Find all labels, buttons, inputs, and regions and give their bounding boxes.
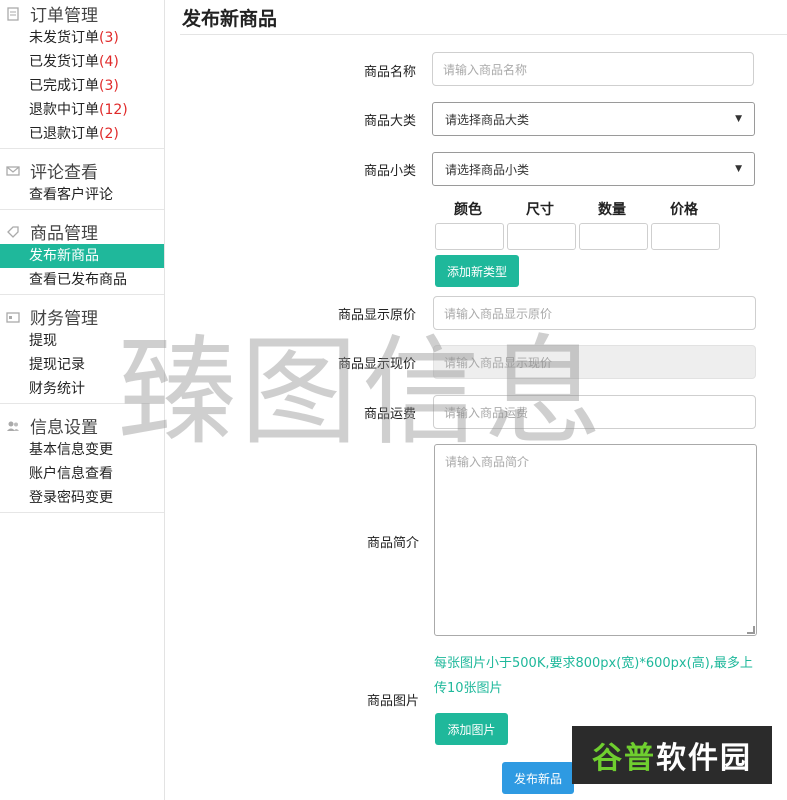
add-type-button[interactable]: 添加新类型 <box>435 255 519 287</box>
sidebar-item-label: 提现 <box>29 333 57 349</box>
sidebar-item-account-info[interactable]: 账户信息查看 <box>0 462 164 486</box>
subcategory-select[interactable]: 请选择商品小类 ▼ <box>432 152 755 186</box>
spec-header-price: 价格 <box>670 202 698 218</box>
spec-header-color: 颜色 <box>454 202 482 218</box>
shipping-input[interactable]: 请输入商品运费 <box>433 395 756 429</box>
sidebar: 订单管理 未发货订单(3) 已发货订单(4) 已完成订单(3) 退款中订单(12… <box>0 0 165 800</box>
sidebar-group-orders: 订单管理 未发货订单(3) 已发货订单(4) 已完成订单(3) 退款中订单(12… <box>0 0 164 149</box>
add-image-button[interactable]: 添加图片 <box>435 713 508 745</box>
sidebar-item-label: 未发货订单 <box>29 30 99 46</box>
app-page: 订单管理 未发货订单(3) 已发货订单(4) 已完成订单(3) 退款中订单(12… <box>0 0 787 800</box>
original-price-input[interactable]: 请输入商品显示原价 <box>433 296 756 330</box>
selected-value: 请选择商品小类 <box>445 162 530 177</box>
placeholder-text: 请输入商品显示现价 <box>444 355 553 370</box>
sidebar-item-completed[interactable]: 已完成订单(3) <box>0 74 164 98</box>
shipping-label: 商品运费 <box>363 407 416 422</box>
product-name-label: 商品名称 <box>363 65 416 80</box>
spec-quantity-input[interactable] <box>579 223 648 250</box>
sidebar-item-label: 查看客户评论 <box>29 187 113 203</box>
sidebar-item-refunded[interactable]: 已退款订单(2) <box>0 122 164 146</box>
placeholder-text: 请输入商品简介 <box>445 455 530 469</box>
sidebar-item-label: 基本信息变更 <box>29 442 113 458</box>
current-price-label: 商品显示现价 <box>337 357 416 372</box>
sidebar-item-label: 查看已发布商品 <box>29 272 127 288</box>
count-badge: (12) <box>99 102 128 118</box>
card-icon <box>6 309 20 323</box>
mail-icon <box>6 163 20 177</box>
sidebar-item-label: 登录密码变更 <box>29 490 113 506</box>
caret-down-icon: ▼ <box>735 164 742 174</box>
sidebar-item-view-reviews[interactable]: 查看客户评论 <box>0 183 164 207</box>
sidebar-item-label: 已完成订单 <box>29 78 99 94</box>
sidebar-group-finance: 财务管理 提现 提现记录 财务统计 <box>0 295 164 404</box>
count-badge: (3) <box>99 30 119 46</box>
intro-label: 商品简介 <box>366 536 419 551</box>
sidebar-group-title: 财务管理 <box>30 308 98 329</box>
sidebar-item-view-products[interactable]: 查看已发布商品 <box>0 268 164 292</box>
divider <box>180 34 787 35</box>
sidebar-item-label: 账户信息查看 <box>29 466 113 482</box>
sidebar-group-header: 订单管理 <box>0 0 164 26</box>
sidebar-group-header: 评论查看 <box>0 157 164 183</box>
page-title: 发布新商品 <box>182 8 278 30</box>
caret-down-icon: ▼ <box>735 114 742 124</box>
sidebar-item-withdraw-records[interactable]: 提现记录 <box>0 353 164 377</box>
document-icon <box>6 6 20 21</box>
sidebar-item-label: 发布新商品 <box>29 248 99 264</box>
category-select[interactable]: 请选择商品大类 ▼ <box>432 102 755 136</box>
sidebar-item-unshipped[interactable]: 未发货订单(3) <box>0 26 164 50</box>
publish-button[interactable]: 发布新品 <box>502 762 574 794</box>
resize-handle-icon[interactable] <box>747 626 755 634</box>
site-logo: 谷普 软件园 <box>572 726 772 784</box>
logo-text-secondary: 软件园 <box>656 741 752 776</box>
main-content: 发布新商品 商品名称 请输入商品名称 商品大类 请选择商品大类 ▼ 商品小类 请… <box>166 0 787 800</box>
count-badge: (4) <box>99 54 119 70</box>
sidebar-item-label: 已退款订单 <box>29 126 99 142</box>
count-badge: (2) <box>99 126 119 142</box>
spec-price-input[interactable] <box>651 223 720 250</box>
spec-header-size: 尺寸 <box>526 202 554 218</box>
sidebar-item-publish-product[interactable]: 发布新商品 <box>0 244 164 268</box>
placeholder-text: 请输入商品显示原价 <box>444 306 553 321</box>
sidebar-item-label: 退款中订单 <box>29 102 99 118</box>
product-name-input[interactable]: 请输入商品名称 <box>432 52 754 86</box>
category-label: 商品大类 <box>363 114 416 129</box>
sidebar-item-refunding[interactable]: 退款中订单(12) <box>0 98 164 122</box>
sidebar-item-label: 财务统计 <box>29 381 85 397</box>
sidebar-item-basic-info[interactable]: 基本信息变更 <box>0 438 164 462</box>
sidebar-group-header: 信息设置 <box>0 412 164 438</box>
sidebar-item-shipped[interactable]: 已发货订单(4) <box>0 50 164 74</box>
image-label: 商品图片 <box>366 694 419 709</box>
placeholder-text: 请输入商品运费 <box>444 405 529 420</box>
current-price-input[interactable]: 请输入商品显示现价 <box>433 345 756 379</box>
sidebar-group-header: 财务管理 <box>0 303 164 329</box>
image-hint: 每张图片小于500K,要求800px(宽)*600px(高),最多上传10张图片 <box>434 656 753 696</box>
selected-value: 请选择商品大类 <box>445 112 530 127</box>
spec-header-quantity: 数量 <box>598 202 626 218</box>
placeholder-text: 请输入商品名称 <box>443 62 528 77</box>
sidebar-group-title: 商品管理 <box>30 223 98 244</box>
sidebar-group-title: 信息设置 <box>30 417 98 438</box>
intro-textarea[interactable]: 请输入商品简介 <box>434 444 757 636</box>
sidebar-group-settings: 信息设置 基本信息变更 账户信息查看 登录密码变更 <box>0 404 164 513</box>
sidebar-item-change-password[interactable]: 登录密码变更 <box>0 486 164 510</box>
sidebar-group-title: 订单管理 <box>30 5 98 26</box>
users-icon <box>6 418 20 432</box>
sidebar-item-finance-stats[interactable]: 财务统计 <box>0 377 164 401</box>
spec-color-input[interactable] <box>435 223 504 250</box>
sidebar-item-withdraw[interactable]: 提现 <box>0 329 164 353</box>
sidebar-item-label: 已发货订单 <box>29 54 99 70</box>
subcategory-label: 商品小类 <box>363 164 416 179</box>
original-price-label: 商品显示原价 <box>337 308 416 323</box>
sidebar-group-title: 评论查看 <box>30 162 98 183</box>
sidebar-group-products: 商品管理 发布新商品 查看已发布商品 <box>0 210 164 295</box>
logo-text-primary: 谷普 <box>592 741 656 776</box>
spec-size-input[interactable] <box>507 223 576 250</box>
sidebar-group-reviews: 评论查看 查看客户评论 <box>0 149 164 210</box>
sidebar-item-label: 提现记录 <box>29 357 85 373</box>
tag-icon <box>6 224 20 238</box>
sidebar-group-header: 商品管理 <box>0 218 164 244</box>
count-badge: (3) <box>99 78 119 94</box>
